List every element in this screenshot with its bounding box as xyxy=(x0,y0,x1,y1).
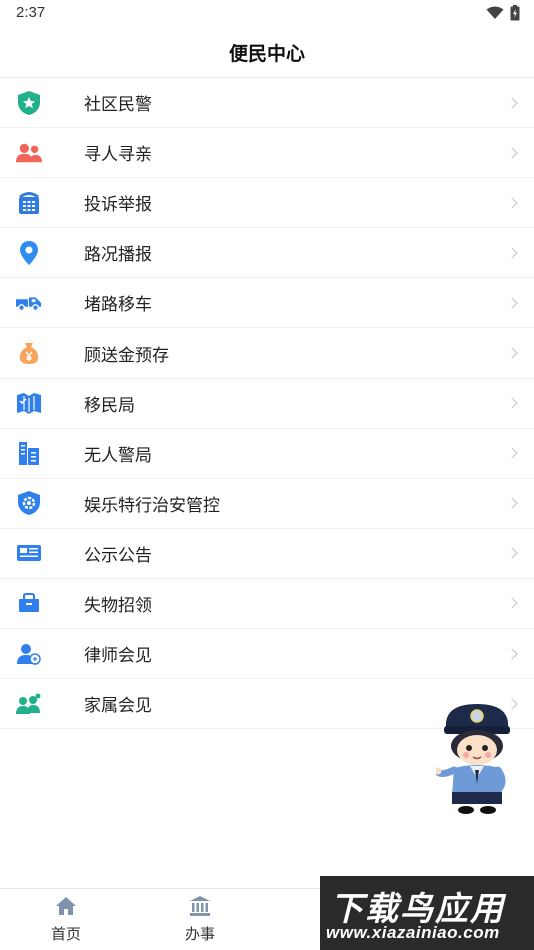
chevron-right-icon xyxy=(506,647,518,660)
menu-label: 寻人寻亲 xyxy=(84,145,152,166)
shield-gear-icon xyxy=(16,490,42,516)
menu-item-public-notice[interactable]: 公示公告 xyxy=(0,529,534,579)
chevron-right-icon xyxy=(506,497,518,509)
chevron-right-icon xyxy=(506,397,518,409)
menu-label: 路况播报 xyxy=(84,245,152,266)
tab-home[interactable]: 首页 xyxy=(26,895,106,944)
status-icons xyxy=(486,5,520,21)
menu-label: 娱乐特行治安管控 xyxy=(84,495,220,516)
menu-item-lawyer-meeting[interactable]: 律师会见 xyxy=(0,629,534,680)
chevron-right-icon xyxy=(506,146,518,159)
chevron-right-icon xyxy=(506,447,518,459)
chevron-right-icon xyxy=(506,547,518,560)
status-bar: 2:37 xyxy=(0,0,534,28)
menu-item-entertainment-security[interactable]: 娱乐特行治安管控 xyxy=(0,479,534,529)
wifi-icon xyxy=(486,6,504,19)
menu-item-immigration[interactable]: 移民局 xyxy=(0,379,534,429)
government-building-icon xyxy=(190,896,210,916)
family-icon xyxy=(16,691,42,717)
menu-item-deposit[interactable]: 顾送金预存 xyxy=(0,328,534,379)
menu-label: 公示公告 xyxy=(84,545,152,566)
page-title: 便民中心 xyxy=(228,43,305,65)
lost-box-icon xyxy=(16,590,42,616)
home-icon xyxy=(56,897,76,915)
header: 便民中心 xyxy=(0,28,534,78)
chevron-right-icon xyxy=(506,247,518,259)
tow-truck-icon xyxy=(16,290,42,316)
chevron-right-icon xyxy=(506,347,518,359)
menu-item-lost-and-found[interactable]: 失物招领 xyxy=(0,579,534,630)
menu-label: 堵路移车 xyxy=(84,295,152,316)
tab-services[interactable]: 办事 xyxy=(160,895,240,944)
menu-label: 失物招领 xyxy=(84,595,152,616)
battery-charging-icon xyxy=(510,5,520,21)
menu-item-community-police[interactable]: 社区民警 xyxy=(0,78,534,129)
menu-label: 律师会见 xyxy=(84,646,152,667)
menu-item-unmanned-police-station[interactable]: 无人警局 xyxy=(0,429,534,479)
menu-label: 投诉举报 xyxy=(84,195,152,216)
menu-item-complaint-report[interactable]: 投诉举报 xyxy=(0,178,534,229)
menu-label: 顾送金预存 xyxy=(84,345,169,366)
chevron-right-icon xyxy=(506,197,518,209)
location-pin-icon xyxy=(16,240,42,266)
people-icon xyxy=(16,140,42,166)
chevron-right-icon xyxy=(506,597,518,610)
service-menu-list: 社区民警 寻人寻亲 投诉举报 路况播报 堵路移车 顾送金预存 移民局 无人警局 … xyxy=(0,78,534,730)
status-time: 2:37 xyxy=(16,4,46,21)
chevron-right-icon xyxy=(506,297,518,309)
lawyer-icon xyxy=(16,641,42,667)
watermark: 下载鸟应用 www.xiazainiao.com xyxy=(320,876,534,950)
chevron-right-icon xyxy=(506,96,518,109)
menu-item-traffic-report[interactable]: 路况播报 xyxy=(0,228,534,279)
menu-item-find-person[interactable]: 寻人寻亲 xyxy=(0,128,534,179)
menu-label: 移民局 xyxy=(84,395,135,416)
menu-item-move-car[interactable]: 堵路移车 xyxy=(0,278,534,329)
building-icon xyxy=(16,440,42,466)
shield-star-icon xyxy=(16,90,42,116)
menu-label: 社区民警 xyxy=(84,95,152,116)
police-mascot-image[interactable] xyxy=(436,700,518,816)
watermark-url: www.xiazainiao.com xyxy=(326,923,500,942)
notice-board-icon xyxy=(16,540,42,566)
map-book-icon xyxy=(16,390,42,416)
menu-label: 无人警局 xyxy=(84,445,152,466)
tab-label: 办事 xyxy=(184,925,215,943)
menu-label: 家属会见 xyxy=(84,696,152,717)
money-bag-icon xyxy=(16,340,42,366)
tab-label: 首页 xyxy=(50,925,81,943)
phone-icon xyxy=(16,190,42,216)
